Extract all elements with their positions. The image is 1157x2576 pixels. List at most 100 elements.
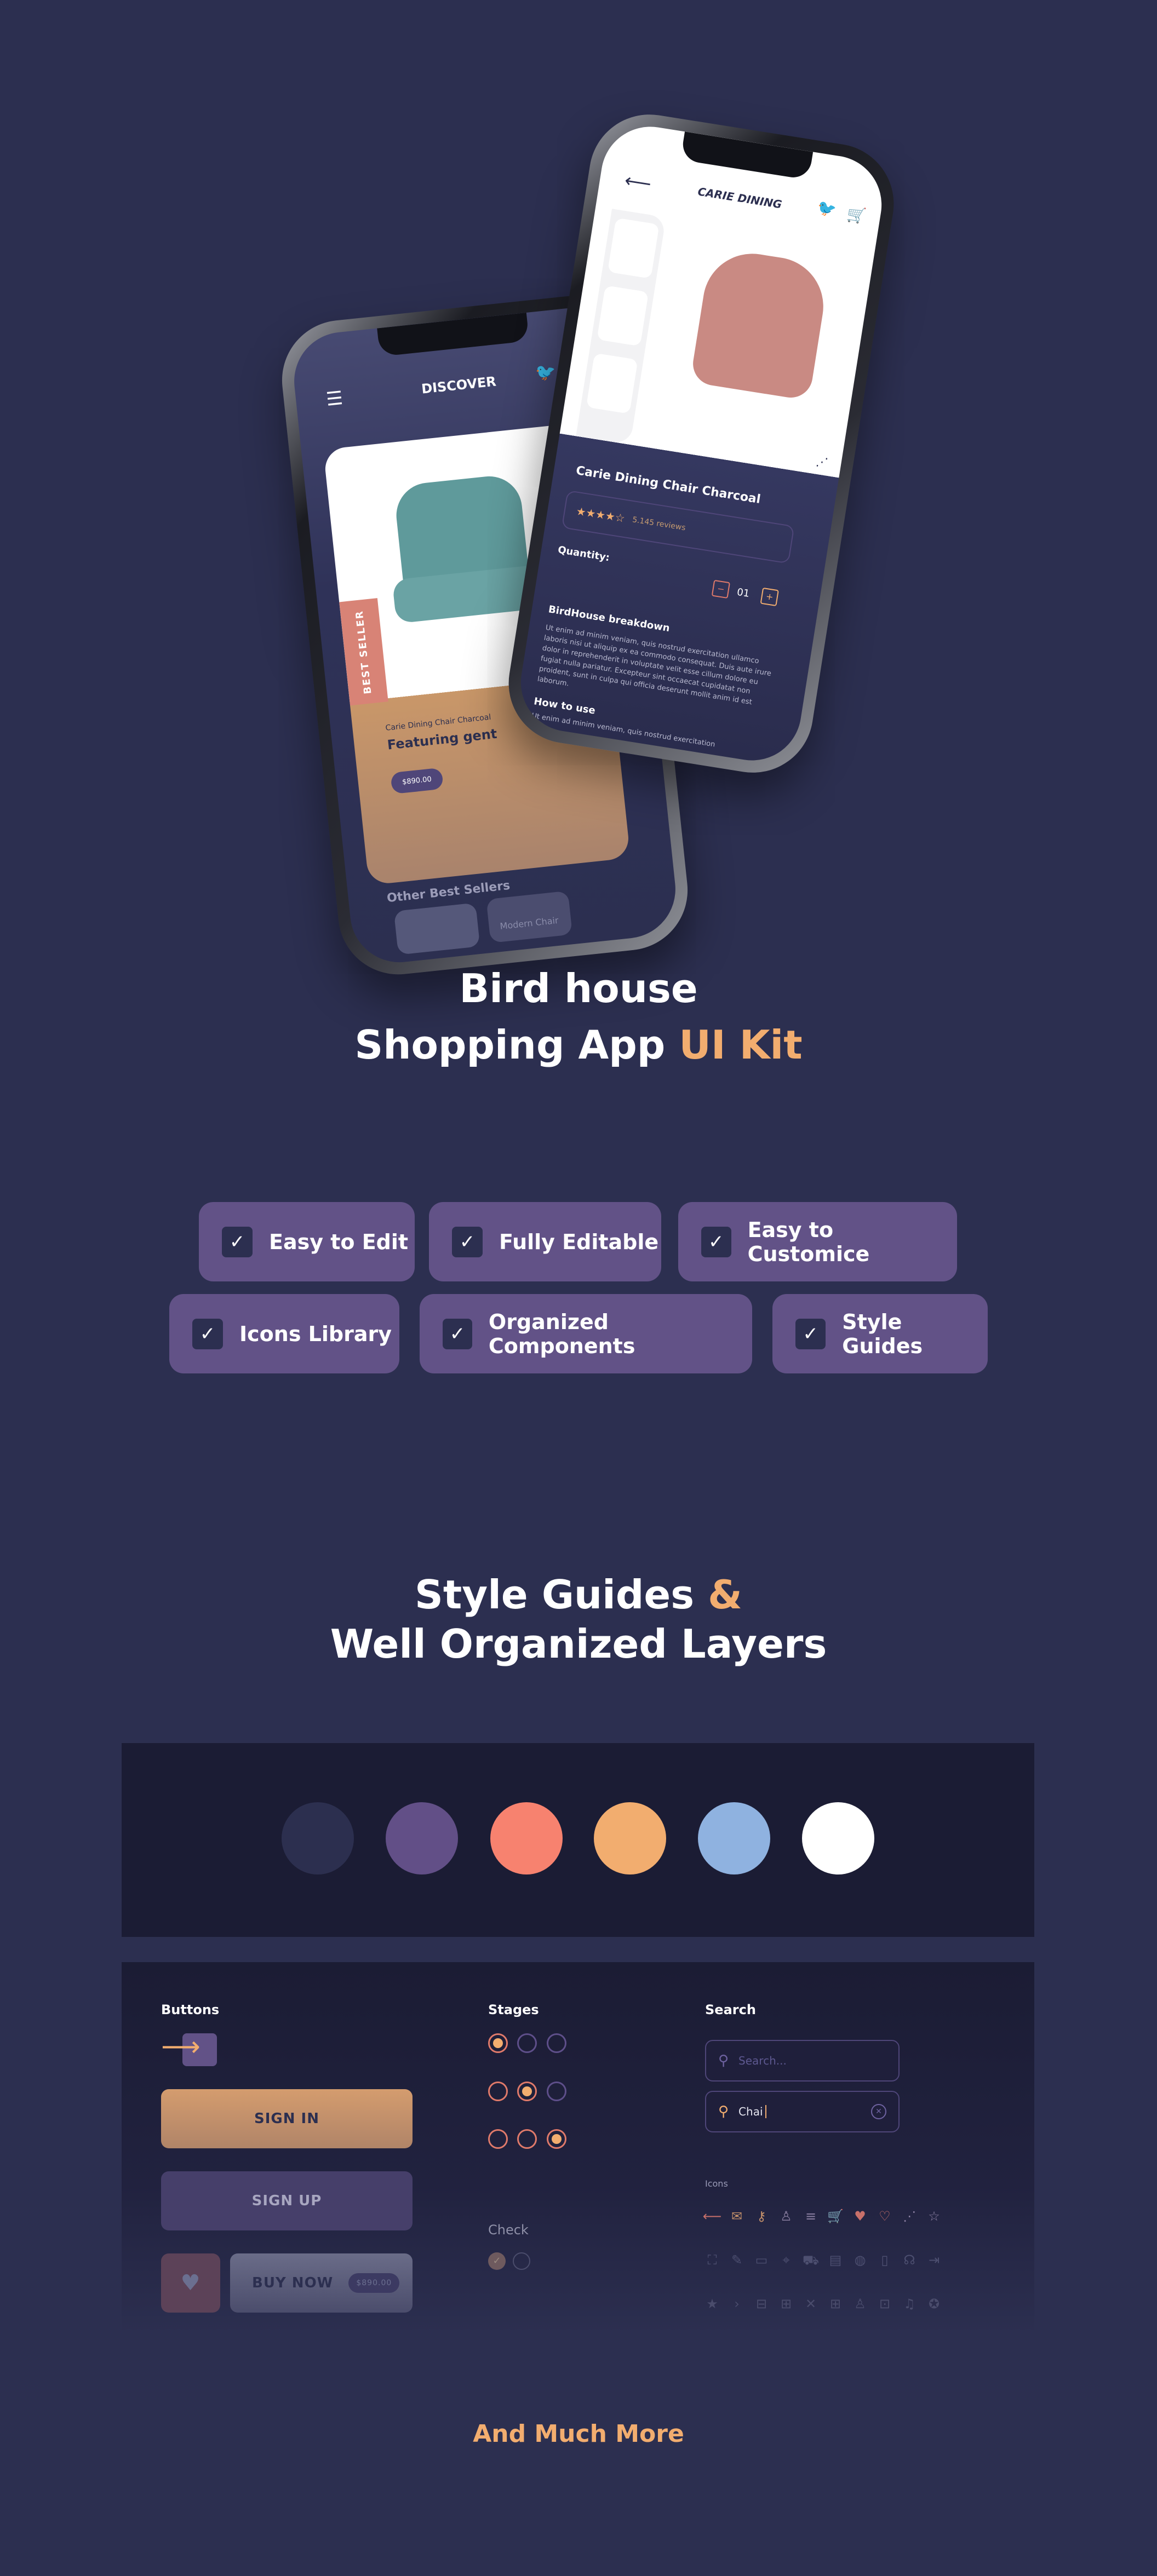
stage-indicator[interactable] (547, 2033, 566, 2053)
color-swatch (802, 1802, 874, 1875)
headphones-icon: ☊ (903, 2252, 915, 2268)
cart-icon[interactable]: 🛒 (845, 205, 867, 226)
bird-logo-icon: 🐦 (534, 361, 557, 383)
back-arrow-icon[interactable]: ⟵ (623, 170, 652, 196)
award-icon: ✪ (928, 2296, 940, 2312)
stage-indicator-done[interactable] (517, 2129, 537, 2149)
arrow-left-icon: ⟵ (702, 2209, 722, 2224)
globe-icon: ◍ (854, 2252, 866, 2268)
check-icon: ✓ (192, 1318, 223, 1349)
buttons-label: Buttons (161, 2002, 220, 2017)
footer-text: And Much More (473, 2420, 684, 2448)
close-icon: ✕ (805, 2296, 817, 2312)
chevron-right-icon: › (734, 2296, 740, 2312)
bird-logo-icon: 🐦 (816, 198, 838, 220)
cart-icon: 🛒 (827, 2209, 844, 2224)
check-label: Check (488, 2222, 529, 2238)
arrow-right-icon: ⟶ (161, 2031, 201, 2062)
bell-icon: ♫ (903, 2296, 915, 2312)
chair-image (690, 246, 830, 401)
stage-indicator-done[interactable] (488, 2082, 508, 2101)
search-icon: ⚲ (718, 2052, 729, 2069)
search-icon: ⚲ (718, 2103, 729, 2120)
check-icon: ✓ (452, 1226, 483, 1257)
plus-icon: ⊞ (780, 2296, 792, 2312)
edit-icon: ✎ (731, 2252, 743, 2268)
price-button[interactable]: $890.00 (390, 767, 444, 795)
color-swatch (282, 1802, 354, 1875)
check-icon: ✓ (222, 1226, 253, 1257)
check-icon: ✓ (701, 1226, 731, 1257)
grid-icon: ⊞ (829, 2296, 841, 2312)
color-swatch (386, 1802, 458, 1875)
icons-label: Icons (705, 2178, 728, 2189)
best-seller-badge: BEST SELLER (339, 598, 388, 706)
ticket-icon: ▭ (755, 2252, 768, 2268)
favorite-button[interactable]: ♥ (161, 2253, 220, 2313)
headline-line2: Shopping App UI Kit (354, 1022, 803, 1068)
menu-icon: ≡ (805, 2209, 817, 2224)
share-icon[interactable]: ⋰ (815, 455, 829, 470)
quantity-minus-button[interactable]: − (711, 579, 731, 599)
buy-price: $890.00 (348, 2273, 400, 2293)
sign-up-button[interactable]: SIGN UP (161, 2171, 413, 2230)
heart-icon: ♥ (180, 2270, 201, 2296)
header-title: CARIE DINING (697, 185, 783, 211)
feature-pill: ✓ Style Guides (772, 1294, 988, 1373)
check-icon: ✓ (795, 1318, 826, 1349)
color-swatch (594, 1802, 666, 1875)
quantity-value: 01 (736, 586, 751, 600)
scan-icon: ⛶ (707, 2252, 717, 2268)
phone-icon: ▯ (881, 2252, 889, 2268)
menu-icon[interactable]: ☰ (325, 387, 343, 411)
buy-now-button[interactable]: BUY NOW $890.00 (230, 2253, 413, 2313)
checkbox-unchecked[interactable] (513, 2252, 530, 2270)
thumbnail[interactable] (607, 217, 660, 279)
quantity-plus-button[interactable]: + (760, 587, 779, 607)
feature-pill: ✓ Organized Components (420, 1294, 752, 1373)
search-label: Search (705, 2002, 756, 2017)
color-swatch (490, 1802, 563, 1875)
best-seller-item[interactable] (393, 902, 480, 955)
heart-filled-icon: ♥ (854, 2209, 866, 2224)
stage-indicator-active[interactable] (547, 2129, 566, 2149)
notch (680, 131, 814, 180)
section-title-line1: Style Guides & (415, 1572, 742, 1618)
stage-indicator-done[interactable] (488, 2129, 508, 2149)
notch (377, 312, 530, 357)
feature-pill: ✓ Easy to Edit (199, 1202, 415, 1281)
clear-icon[interactable]: ✕ (871, 2104, 886, 2119)
thumbnail[interactable] (586, 353, 638, 414)
stage-indicator-active[interactable] (517, 2082, 537, 2101)
mail-icon: ✉ (731, 2209, 743, 2224)
sign-in-button[interactable]: SIGN IN (161, 2089, 413, 2148)
card-icon: ▤ (829, 2252, 842, 2268)
reviews-count: 5.145 reviews (632, 515, 686, 533)
share-icon: ⋰ (903, 2209, 916, 2224)
feature-pill: ✓ Easy to Customice (678, 1202, 957, 1281)
header-title: DISCOVER (420, 373, 497, 397)
components-panel: Buttons ⟶ SIGN IN SIGN UP ♥ BUY NOW $890… (122, 1962, 1034, 2334)
user-icon: ♙ (780, 2209, 792, 2224)
truck-icon: ⛟ (802, 2252, 820, 2268)
star-filled-icon: ★ (706, 2296, 718, 2312)
best-seller-item[interactable] (486, 890, 572, 943)
star-icon: ☆ (928, 2209, 940, 2224)
checkbox-checked[interactable]: ✓ (488, 2252, 506, 2270)
search-input-empty[interactable]: ⚲ Search... (705, 2040, 900, 2082)
color-swatch (698, 1802, 770, 1875)
feature-pill: ✓ Fully Editable (429, 1202, 661, 1281)
check-icon: ✓ (443, 1318, 472, 1349)
feature-pill: ✓ Icons Library (169, 1294, 399, 1373)
stage-indicator[interactable] (547, 2082, 566, 2101)
minus-icon: ⊟ (755, 2296, 767, 2312)
stage-indicator-active[interactable] (488, 2033, 508, 2053)
stage-indicator[interactable] (517, 2033, 537, 2053)
gift-icon: ⊡ (879, 2296, 891, 2312)
users-icon: ♙ (854, 2296, 866, 2312)
search-input-filled[interactable]: ⚲ Chai ✕ (705, 2091, 900, 2132)
color-palette-panel (122, 1743, 1034, 1937)
star-rating: ★★★★☆ (575, 504, 626, 525)
quantity-label: Quantity: (557, 544, 611, 564)
thumbnail[interactable] (597, 285, 649, 347)
